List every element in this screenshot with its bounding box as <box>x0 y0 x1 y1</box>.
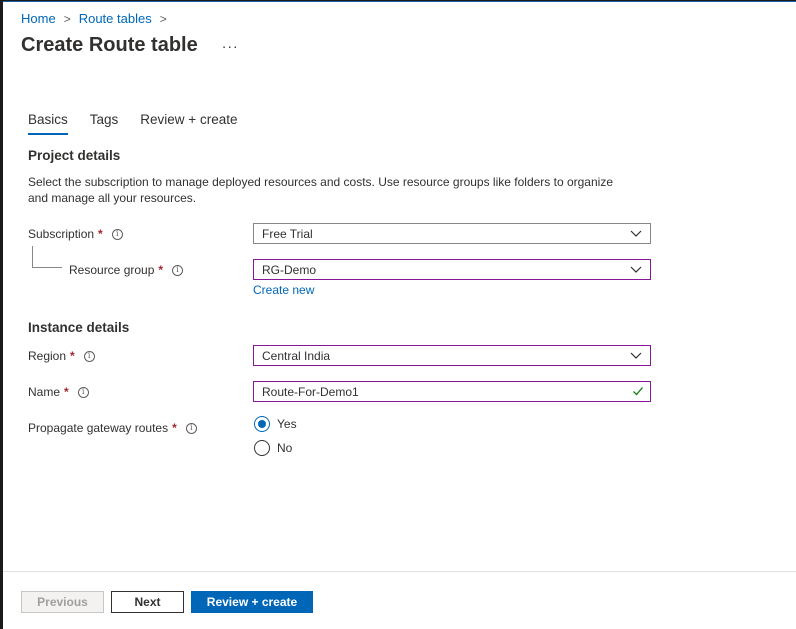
breadcrumb-home-link[interactable]: Home <box>21 11 56 26</box>
required-marker: * <box>70 349 75 363</box>
next-button[interactable]: Next <box>111 591 184 613</box>
name-label: Name <box>28 385 61 399</box>
name-value: Route-For-Demo1 <box>262 384 359 399</box>
subscription-value: Free Trial <box>262 226 313 241</box>
breadcrumb-route-tables-link[interactable]: Route tables <box>79 11 152 26</box>
required-marker: * <box>64 385 69 399</box>
required-marker: * <box>172 421 177 435</box>
footer-bar: Previous Next Review + create <box>3 571 796 629</box>
chevron-down-icon <box>630 230 642 237</box>
breadcrumb-separator: > <box>159 11 167 26</box>
radio-label-no: No <box>277 441 293 455</box>
title-row: Create Route table ··· <box>21 34 239 57</box>
page-title: Create Route table <box>21 34 198 56</box>
subscription-label-row: Subscription * i <box>28 227 123 241</box>
chevron-down-icon <box>630 352 642 359</box>
info-icon[interactable]: i <box>77 386 89 398</box>
info-icon[interactable]: i <box>111 228 123 240</box>
tab-bar: Basics Tags Review + create <box>28 110 259 135</box>
propagate-yes-radio[interactable]: Yes <box>254 416 297 432</box>
subscription-dropdown[interactable]: Free Trial <box>253 223 651 244</box>
resource-group-dropdown[interactable]: RG-Demo <box>253 259 651 280</box>
radio-circle <box>254 440 270 456</box>
info-icon[interactable]: i <box>185 422 197 434</box>
subscription-label: Subscription <box>28 227 95 241</box>
region-label: Region <box>28 349 67 363</box>
create-new-link[interactable]: Create new <box>253 283 314 297</box>
tab-tags[interactable]: Tags <box>90 110 119 135</box>
breadcrumb-separator: > <box>63 11 71 26</box>
create-route-table-blade: Home > Route tables > Create Route table… <box>3 1 796 629</box>
region-value: Central India <box>262 348 331 363</box>
previous-button[interactable]: Previous <box>21 591 104 613</box>
tab-review-create[interactable]: Review + create <box>140 110 237 135</box>
tree-connector <box>32 246 62 268</box>
required-marker: * <box>158 263 164 277</box>
resource-group-value: RG-Demo <box>262 262 317 277</box>
propagate-no-radio[interactable]: No <box>254 440 292 456</box>
breadcrumb: Home > Route tables > <box>21 11 175 26</box>
radio-circle-checked <box>254 416 270 432</box>
instance-details-heading: Instance details <box>28 320 130 335</box>
review-create-button[interactable]: Review + create <box>191 591 313 613</box>
propagate-label-row: Propagate gateway routes * i <box>28 421 197 435</box>
resource-group-label: Resource group <box>69 263 155 277</box>
resource-group-label-row: Resource group * i <box>69 263 184 277</box>
info-icon[interactable]: i <box>83 350 95 362</box>
project-details-description: Select the subscription to manage deploy… <box>28 175 613 205</box>
checkmark-icon <box>633 387 643 396</box>
project-details-heading: Project details <box>28 148 121 163</box>
name-label-row: Name * i <box>28 385 89 399</box>
info-icon[interactable]: i <box>172 264 184 276</box>
propagate-label: Propagate gateway routes <box>28 421 169 435</box>
radio-label-yes: Yes <box>277 417 297 431</box>
tab-basics[interactable]: Basics <box>28 110 68 135</box>
region-dropdown[interactable]: Central India <box>253 345 651 366</box>
chevron-down-icon <box>630 266 642 273</box>
name-input[interactable]: Route-For-Demo1 <box>253 381 651 402</box>
more-options-icon[interactable]: ··· <box>222 38 239 54</box>
required-marker: * <box>98 227 103 241</box>
region-label-row: Region * i <box>28 349 95 363</box>
